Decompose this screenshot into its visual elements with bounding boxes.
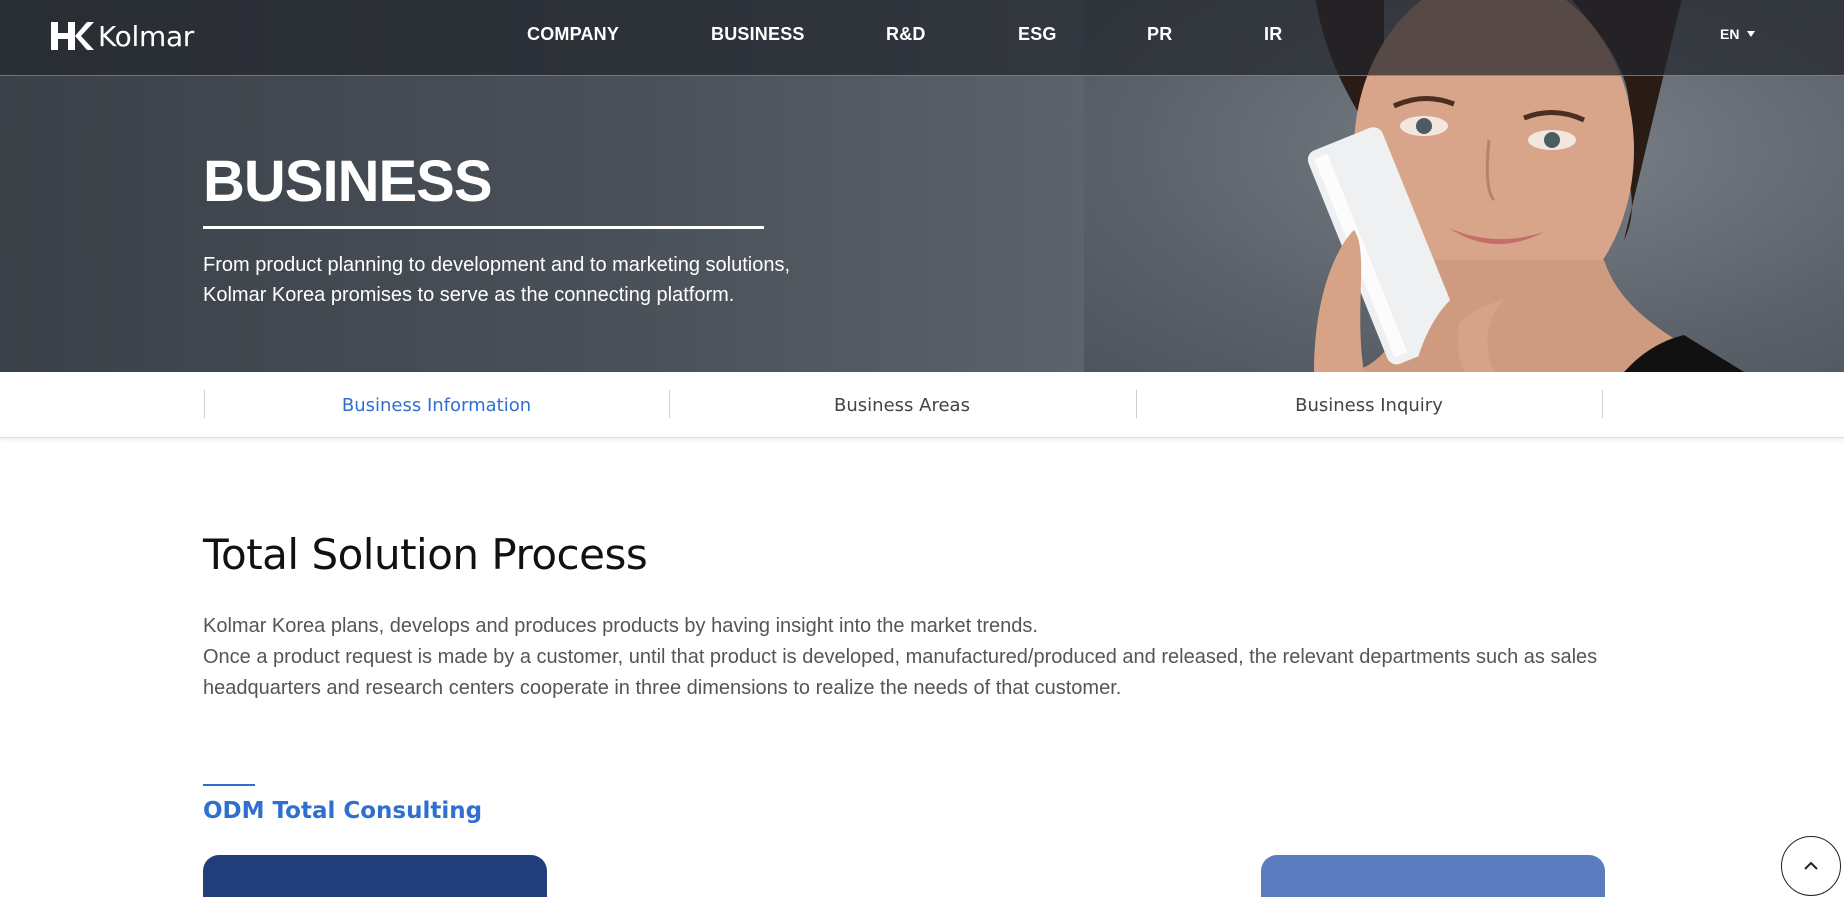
scroll-to-top-button[interactable] xyxy=(1781,836,1841,896)
section-description: Kolmar Korea plans, develops and produce… xyxy=(203,611,1623,704)
hero-description-line: Kolmar Korea promises to serve as the co… xyxy=(203,284,735,306)
tab-business-inquiry[interactable]: Business Inquiry xyxy=(1136,390,1602,420)
kolmar-logo[interactable]: Kolmar xyxy=(50,19,194,53)
language-label: EN xyxy=(1720,26,1740,42)
process-card-light xyxy=(1261,855,1605,897)
nav-item-ir[interactable]: IR xyxy=(1264,24,1282,45)
top-navigation: Kolmar COMPANY BUSINESS R&D ESG PR IR EN xyxy=(0,0,1844,76)
tab-divider xyxy=(1602,390,1603,418)
hero-description-line: From product planning to development and… xyxy=(203,254,791,276)
kolmar-logo-text: Kolmar xyxy=(98,19,195,53)
section-description-line: headquarters and research centers cooper… xyxy=(203,677,1122,699)
nav-item-esg[interactable]: ESG xyxy=(1018,24,1057,45)
section-title: Total Solution Process xyxy=(203,530,648,579)
section-description-line: Kolmar Korea plans, develops and produce… xyxy=(203,615,1038,637)
nav-item-business[interactable]: BUSINESS xyxy=(711,24,805,45)
tab-business-areas[interactable]: Business Areas xyxy=(669,390,1135,420)
subsection-accent-line xyxy=(203,784,255,786)
chevron-up-icon xyxy=(1804,861,1818,870)
nav-item-rnd[interactable]: R&D xyxy=(886,24,926,45)
kolmar-logo-mark-icon xyxy=(51,22,94,50)
caret-down-icon xyxy=(1747,31,1756,37)
language-selector[interactable]: EN xyxy=(1720,26,1756,42)
nav-item-pr[interactable]: PR xyxy=(1147,24,1172,45)
hero-title: BUSINESS xyxy=(203,149,493,214)
hero-divider xyxy=(203,226,764,229)
hero-description: From product planning to development and… xyxy=(203,250,843,310)
business-subtabs: Business Information Business Areas Busi… xyxy=(0,372,1844,438)
tab-business-information[interactable]: Business Information xyxy=(204,390,669,420)
nav-item-company[interactable]: COMPANY xyxy=(527,24,619,45)
section-description-line: Once a product request is made by a cust… xyxy=(203,646,1598,668)
process-card-dark xyxy=(203,855,547,897)
subsection-title: ODM Total Consulting xyxy=(203,798,483,824)
